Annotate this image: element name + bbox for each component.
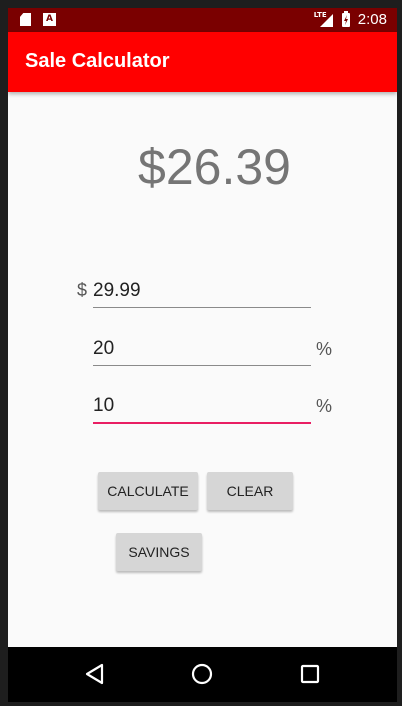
result-amount: $26.39: [138, 139, 291, 195]
clear-button[interactable]: CLEAR: [207, 472, 293, 510]
back-icon[interactable]: [80, 659, 110, 689]
battery-charging-icon: [341, 10, 350, 27]
status-bar: A LTE 2:08: [8, 8, 397, 32]
navigation-bar: [8, 647, 397, 702]
lte-signal-icon: LTE: [314, 11, 334, 28]
savings-button[interactable]: SAVINGS: [116, 533, 202, 571]
price-dollar-prefix: $: [77, 280, 88, 300]
app-bar: Sale Calculator: [8, 32, 397, 92]
status-notifications: A: [20, 13, 56, 26]
device-screen: A LTE 2:08 Sale Calculator $26.39 $ 29.9…: [8, 8, 397, 702]
discount-field[interactable]: [93, 335, 311, 366]
status-system-icons: LTE 2:08: [314, 10, 387, 28]
price-input[interactable]: [93, 277, 311, 305]
sd-card-icon: [20, 13, 31, 26]
home-icon[interactable]: [187, 659, 217, 689]
tax-input[interactable]: [93, 392, 311, 420]
price-field[interactable]: [93, 277, 311, 308]
status-time: 2:08: [357, 11, 387, 28]
discount-input[interactable]: [93, 335, 311, 363]
calculate-button[interactable]: CALCULATE: [98, 472, 198, 510]
tax-field[interactable]: [93, 392, 311, 424]
recents-icon[interactable]: [295, 659, 325, 689]
discount-percent-suffix: %: [316, 339, 333, 359]
app-title: Sale Calculator: [25, 50, 170, 72]
a-notification-icon: A: [43, 13, 56, 26]
tax-percent-suffix: %: [316, 396, 333, 416]
